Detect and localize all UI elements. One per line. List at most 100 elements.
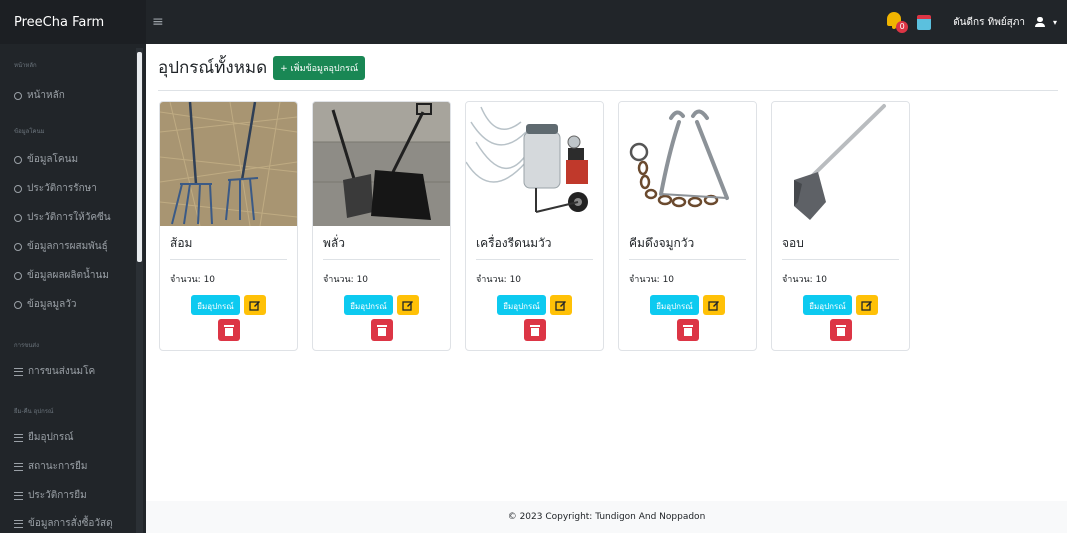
delete-button[interactable]	[523, 319, 546, 341]
circle-icon	[14, 155, 22, 164]
equipment-name: คีมดึงจมูกวัว	[629, 236, 695, 250]
sidebar-item-manure[interactable]: ข้อมูลมูลวัว	[14, 297, 77, 312]
trash-icon	[223, 325, 234, 336]
sidebar-item-label: ประวัติการยืม	[28, 490, 87, 501]
divider	[158, 90, 1058, 91]
sidebar-scroll-thumb[interactable]	[137, 52, 142, 262]
trash-icon	[835, 325, 846, 336]
delete-button[interactable]	[676, 319, 699, 341]
card-actions: ยืมอุปกรณ์	[313, 295, 450, 341]
user-name[interactable]: ดันดีกร ทิพย์สุภา	[953, 15, 1025, 30]
circle-icon	[14, 300, 22, 309]
sidebar-heading: หน้าหลัก	[14, 62, 37, 69]
equipment-quantity: จำนวน: 10	[323, 275, 369, 285]
circle-icon	[14, 213, 22, 222]
equipment-name: เครื่องรีดนมวัว	[476, 236, 552, 250]
dashboard-icon	[14, 91, 22, 100]
list-icon	[14, 491, 23, 500]
card-divider	[629, 259, 746, 260]
borrow-button[interactable]: ยืมอุปกรณ์	[650, 295, 699, 315]
chevron-down-icon[interactable]: ▾	[1053, 18, 1057, 27]
delete-button[interactable]	[370, 319, 393, 341]
sidebar-item-label: ข้อมูลมูลวัว	[27, 299, 77, 310]
equipment-name: ส้อม	[170, 236, 193, 250]
delete-button[interactable]	[829, 319, 852, 341]
nose-tongs-image	[619, 102, 756, 226]
sidebar-item-label: ข้อมูลการสั่งซื้อวัสดุ	[28, 518, 113, 529]
list-icon	[14, 433, 23, 442]
sidebar-item-treatment-history[interactable]: ประวัติการรักษา	[14, 181, 97, 196]
edit-button[interactable]	[243, 295, 266, 315]
equipment-quantity: จำนวน: 10	[170, 275, 216, 285]
shovel-image	[313, 102, 450, 226]
delete-button[interactable]	[217, 319, 240, 341]
list-icon	[14, 519, 23, 528]
sidebar-item-vaccine-history[interactable]: ประวัติการให้วัคซีน	[14, 210, 111, 225]
trash-icon	[682, 325, 693, 336]
page-title: อุปกรณ์ทั้งหมด	[158, 58, 268, 78]
sidebar-item-label: ข้อมูลโคนม	[27, 154, 79, 165]
sidebar-item-label: ประวัติการให้วัคซีน	[27, 212, 111, 223]
borrow-button[interactable]: ยืมอุปกรณ์	[803, 295, 852, 315]
user-icon[interactable]	[1034, 17, 1045, 27]
borrow-button[interactable]: ยืมอุปกรณ์	[191, 295, 240, 315]
list-icon	[14, 367, 23, 376]
sidebar-item-label: ข้อมูลผลผลิตน้ำนม	[27, 270, 109, 281]
card-divider	[782, 259, 899, 260]
main-content: อุปกรณ์ทั้งหมด + เพิ่มข้อมูลอุปกรณ์ ส้อม…	[146, 44, 1067, 533]
borrow-button[interactable]: ยืมอุปกรณ์	[344, 295, 393, 315]
sidebar-item-milk-transport[interactable]: การขนส่งนมโค	[14, 364, 95, 379]
sidebar-item-label: หน้าหลัก	[27, 90, 65, 101]
equipment-card: คีมดึงจมูกวัว จำนวน: 10 ยืมอุปกรณ์	[618, 101, 757, 351]
sidebar-item-borrow-equipment[interactable]: ยืมอุปกรณ์	[14, 430, 74, 445]
sidebar-item-label: สถานะการยืม	[28, 461, 88, 472]
sidebar-item-material-orders[interactable]: ข้อมูลการสั่งซื้อวัสดุ	[14, 516, 113, 531]
brand-logo[interactable]: PreeCha Farm	[0, 0, 146, 44]
edit-icon	[708, 301, 719, 311]
card-divider	[476, 259, 593, 260]
menu-toggle-icon[interactable]: ≡	[152, 14, 164, 30]
sidebar-item-milk-production[interactable]: ข้อมูลผลผลิตน้ำนม	[14, 268, 109, 283]
equipment-card: ส้อม จำนวน: 10 ยืมอุปกรณ์	[159, 101, 298, 351]
sidebar-heading: ข้อมูลโคนม	[14, 128, 45, 135]
edit-icon	[861, 301, 872, 311]
edit-button[interactable]	[549, 295, 572, 315]
edit-button[interactable]	[396, 295, 419, 315]
equipment-card: เครื่องรีดนมวัว จำนวน: 10 ยืมอุปกรณ์	[465, 101, 604, 351]
edit-button[interactable]	[855, 295, 878, 315]
equipment-quantity: จำนวน: 10	[782, 275, 828, 285]
top-navbar: PreeCha Farm ≡ 0 ดันดีกร ทิพย์สุภา ▾	[0, 0, 1067, 44]
sidebar-item-label: ประวัติการรักษา	[27, 183, 97, 194]
sidebar-item-label: การขนส่งนมโค	[28, 366, 96, 377]
sidebar-item-cow-info[interactable]: ข้อมูลโคนม	[14, 152, 78, 167]
edit-icon	[402, 301, 413, 311]
edit-button[interactable]	[702, 295, 725, 315]
sidebar: หน้าหลัก หน้าหลัก ข้อมูลโคนม ข้อมูลโคนม …	[0, 44, 146, 533]
circle-icon	[14, 242, 22, 251]
page-header: อุปกรณ์ทั้งหมด + เพิ่มข้อมูลอุปกรณ์	[158, 54, 366, 81]
equipment-quantity: จำนวน: 10	[629, 275, 675, 285]
card-divider	[323, 259, 440, 260]
equipment-quantity: จำนวน: 10	[476, 275, 522, 285]
equipment-card: จอบ จำนวน: 10 ยืมอุปกรณ์	[771, 101, 910, 351]
sidebar-item-home[interactable]: หน้าหลัก	[14, 88, 65, 103]
edit-icon	[555, 301, 566, 311]
equipment-name: จอบ	[782, 236, 804, 250]
list-icon	[14, 462, 23, 471]
circle-icon	[14, 184, 22, 193]
milking-machine-image	[466, 102, 603, 226]
hoe-image	[772, 102, 909, 226]
footer-copyright: © 2023 Copyright: Tundigon And Noppadon	[146, 501, 1067, 533]
notification-badge: 0	[896, 21, 909, 33]
sidebar-item-breeding[interactable]: ข้อมูลการผสมพันธุ์	[14, 239, 108, 254]
card-divider	[170, 259, 287, 260]
pitchfork-image	[160, 102, 297, 227]
sidebar-item-borrow-status[interactable]: สถานะการยืม	[14, 459, 87, 474]
calendar-icon[interactable]	[917, 14, 932, 30]
equipment-card: พลั่ว จำนวน: 10 ยืมอุปกรณ์	[312, 101, 451, 351]
add-equipment-button[interactable]: + เพิ่มข้อมูลอุปกรณ์	[273, 55, 366, 80]
sidebar-item-borrow-history[interactable]: ประวัติการยืม	[14, 488, 87, 503]
borrow-button[interactable]: ยืมอุปกรณ์	[497, 295, 546, 315]
notification-button[interactable]: 0	[883, 11, 909, 33]
navbar-right: 0 ดันดีกร ทิพย์สุภา ▾	[883, 11, 1067, 33]
